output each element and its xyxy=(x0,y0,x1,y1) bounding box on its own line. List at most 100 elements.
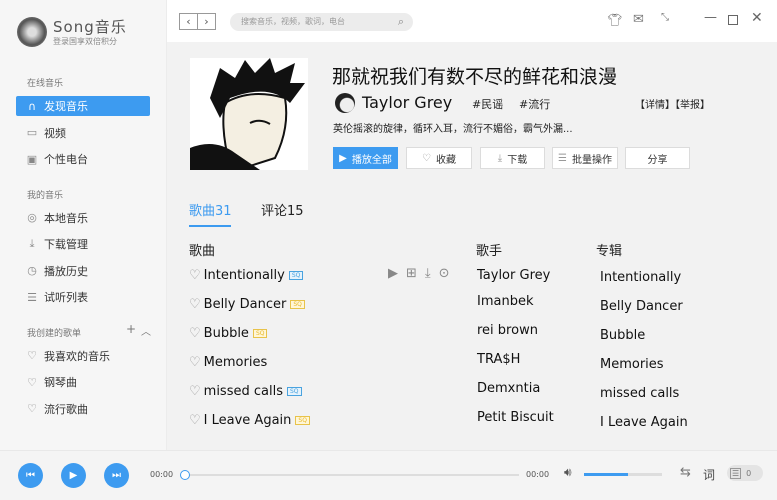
song-album[interactable]: I Leave Again xyxy=(600,415,688,430)
sidebar-section-title: 我创建的歌单 xyxy=(27,328,82,339)
quality-badge: SQ xyxy=(286,387,302,396)
artist-avatar[interactable] xyxy=(335,93,355,113)
quality-badge: SQ xyxy=(288,271,304,280)
quality-badge: SQ xyxy=(252,329,268,338)
repeat-icon[interactable]: ⇆ xyxy=(680,465,691,480)
previous-icon: ⏮︎ xyxy=(26,470,35,481)
play-icon[interactable]: ▶ xyxy=(388,266,398,281)
collect-button[interactable]: ♡ 收藏 xyxy=(406,147,472,169)
app-name: Song音乐 xyxy=(53,18,127,36)
song-title-cell[interactable]: ♡ Bubble SQ xyxy=(189,326,268,341)
sidebar-item-label: 流行歌曲 xyxy=(44,402,88,416)
song-title-cell[interactable]: ♡ I Leave Again SQ xyxy=(189,413,310,428)
song-title-cell[interactable]: ♡ Belly Dancer SQ xyxy=(189,297,305,312)
batch-button[interactable]: ☰ 批量操作 xyxy=(552,147,618,169)
previous-button[interactable]: ⏮︎ xyxy=(18,463,43,488)
sidebar-item[interactable]: ∩ 发现音乐 xyxy=(16,96,150,116)
lyrics-button[interactable]: 词 xyxy=(703,466,715,483)
song-title-cell[interactable]: ♡ missed calls SQ xyxy=(189,384,302,399)
add-playlist-icon[interactable]: + xyxy=(126,322,136,336)
collapse-icon[interactable]: ︿ xyxy=(141,323,151,338)
sidebar-item-label: 视频 xyxy=(44,126,66,140)
progress-handle[interactable] xyxy=(180,470,190,480)
sidebar-item-label: 试听列表 xyxy=(44,291,88,304)
sidebar: Song音乐 登录国享双倍积分 在线音乐 ∩ 发现音乐 ▭ 视频 ▣ 个性电台我的音乐 ◎ 本地… xyxy=(0,0,167,450)
mail-icon[interactable]: ✉ xyxy=(633,12,644,27)
song-album[interactable]: Belly Dancer xyxy=(600,299,683,314)
next-button[interactable]: ⏭︎ xyxy=(104,463,129,488)
search-icon[interactable]: ⌕ xyxy=(398,13,404,31)
sidebar-item[interactable]: ⤓ 下载管理 xyxy=(16,234,150,254)
back-button[interactable]: ‹ xyxy=(179,13,198,30)
close-icon[interactable]: ✕ xyxy=(751,10,763,26)
song-album[interactable]: missed calls xyxy=(600,386,679,401)
detail-report-links[interactable]: 【详情】【举报】 xyxy=(635,96,710,111)
avatar[interactable] xyxy=(17,17,47,47)
sidebar-item[interactable]: ♡ 流行歌曲 xyxy=(16,399,150,419)
share-button[interactable]: 分享 xyxy=(625,147,690,169)
queue-button[interactable]: ☰ 0 xyxy=(727,465,763,481)
tag[interactable]: #民谣 xyxy=(472,96,503,112)
sidebar-item[interactable]: ♡ 我喜欢的音乐 xyxy=(16,346,150,366)
song-artist[interactable]: Imanbek xyxy=(477,294,533,309)
sidebar-section-title: 我的音乐 xyxy=(27,190,64,201)
tag[interactable]: #流行 xyxy=(519,96,550,112)
list-icon: ☰ xyxy=(558,152,567,164)
playlist-cover xyxy=(190,58,308,170)
sidebar-item[interactable]: ♡ 钢琴曲 xyxy=(16,372,150,392)
artist-name[interactable]: Taylor Grey xyxy=(362,93,452,112)
heart-icon[interactable]: ♡ xyxy=(189,355,201,370)
play-button[interactable]: ▶ xyxy=(61,463,86,488)
download-button[interactable]: ⤓ 下载 xyxy=(480,147,545,169)
heart-icon[interactable]: ♡ xyxy=(189,413,201,428)
sidebar-item[interactable]: ▭ 视频 xyxy=(16,123,150,143)
mini-mode-icon[interactable]: ⤡ xyxy=(661,12,669,23)
quality-badge: SQ xyxy=(290,300,305,309)
heart-icon[interactable]: ♡ xyxy=(189,268,201,283)
list-icon: ☰ xyxy=(730,467,742,479)
sidebar-item-label: 发现音乐 xyxy=(44,100,88,113)
song-title-cell[interactable]: ♡ Memories xyxy=(189,355,267,370)
song-artist[interactable]: Taylor Grey xyxy=(477,268,550,283)
column-header-album: 专辑 xyxy=(596,244,623,259)
sidebar-item[interactable]: ▣ 个性电台 xyxy=(16,149,150,169)
heart-icon[interactable]: ♡ xyxy=(189,297,201,312)
sidebar-section-title: 在线音乐 xyxy=(27,79,64,89)
playlist-description: 英伦摇滚的旋律，循环入耳，流行不媚俗，霸气外漏... xyxy=(333,124,573,135)
skin-icon[interactable]: 👕︎ xyxy=(607,13,622,27)
sidebar-item-label: 钢琴曲 xyxy=(44,376,77,389)
volume-icon[interactable]: 🔊︎ xyxy=(564,465,572,480)
forward-button[interactable]: › xyxy=(197,13,216,30)
volume-slider[interactable] xyxy=(584,473,662,476)
song-album[interactable]: Bubble xyxy=(600,328,645,343)
tab-comments[interactable]: 评论15 xyxy=(261,200,304,219)
heart-icon[interactable]: ♡ xyxy=(189,384,201,399)
sidebar-item[interactable]: ☰ 试听列表 xyxy=(16,287,150,307)
volume-fill xyxy=(584,473,629,476)
login-hint[interactable]: 登录国享双倍积分 xyxy=(53,36,117,47)
progress-bar[interactable] xyxy=(184,474,519,476)
tab-underline xyxy=(189,225,231,227)
headphones-icon: ∩ xyxy=(27,99,37,113)
minimize-icon[interactable]: — xyxy=(704,10,717,25)
song-artist[interactable]: Demxntia xyxy=(477,381,540,396)
tab-songs[interactable]: 歌曲31 xyxy=(189,200,232,219)
song-artist[interactable]: Petit Biscuit xyxy=(477,410,554,425)
song-album[interactable]: Memories xyxy=(600,357,664,372)
song-artist[interactable]: TRA$H xyxy=(477,352,520,367)
play-all-button[interactable]: ▶ 播放全部 xyxy=(333,147,398,169)
sidebar-item[interactable]: ◎ 本地音乐 xyxy=(16,208,150,228)
total-time: 00:00 xyxy=(526,470,550,479)
search-input[interactable]: 搜索音乐，视频，歌词，电台 ⌕ xyxy=(230,13,413,31)
more-icon[interactable]: ⊙ xyxy=(439,266,450,281)
download-icon[interactable]: ⤓ xyxy=(425,266,431,281)
radio-icon: ▣ xyxy=(26,152,38,166)
add-to-list-icon[interactable]: ⊞ xyxy=(406,266,417,281)
next-icon: ⏭︎ xyxy=(112,470,121,481)
heart-icon[interactable]: ♡ xyxy=(189,326,201,341)
song-artist[interactable]: rei brown xyxy=(477,323,538,338)
song-album[interactable]: Intentionally xyxy=(600,270,681,285)
maximize-icon[interactable] xyxy=(728,15,738,25)
sidebar-item[interactable]: ◷ 播放历史 xyxy=(16,261,150,281)
song-title-cell[interactable]: ♡ Intentionally SQ xyxy=(189,268,304,283)
